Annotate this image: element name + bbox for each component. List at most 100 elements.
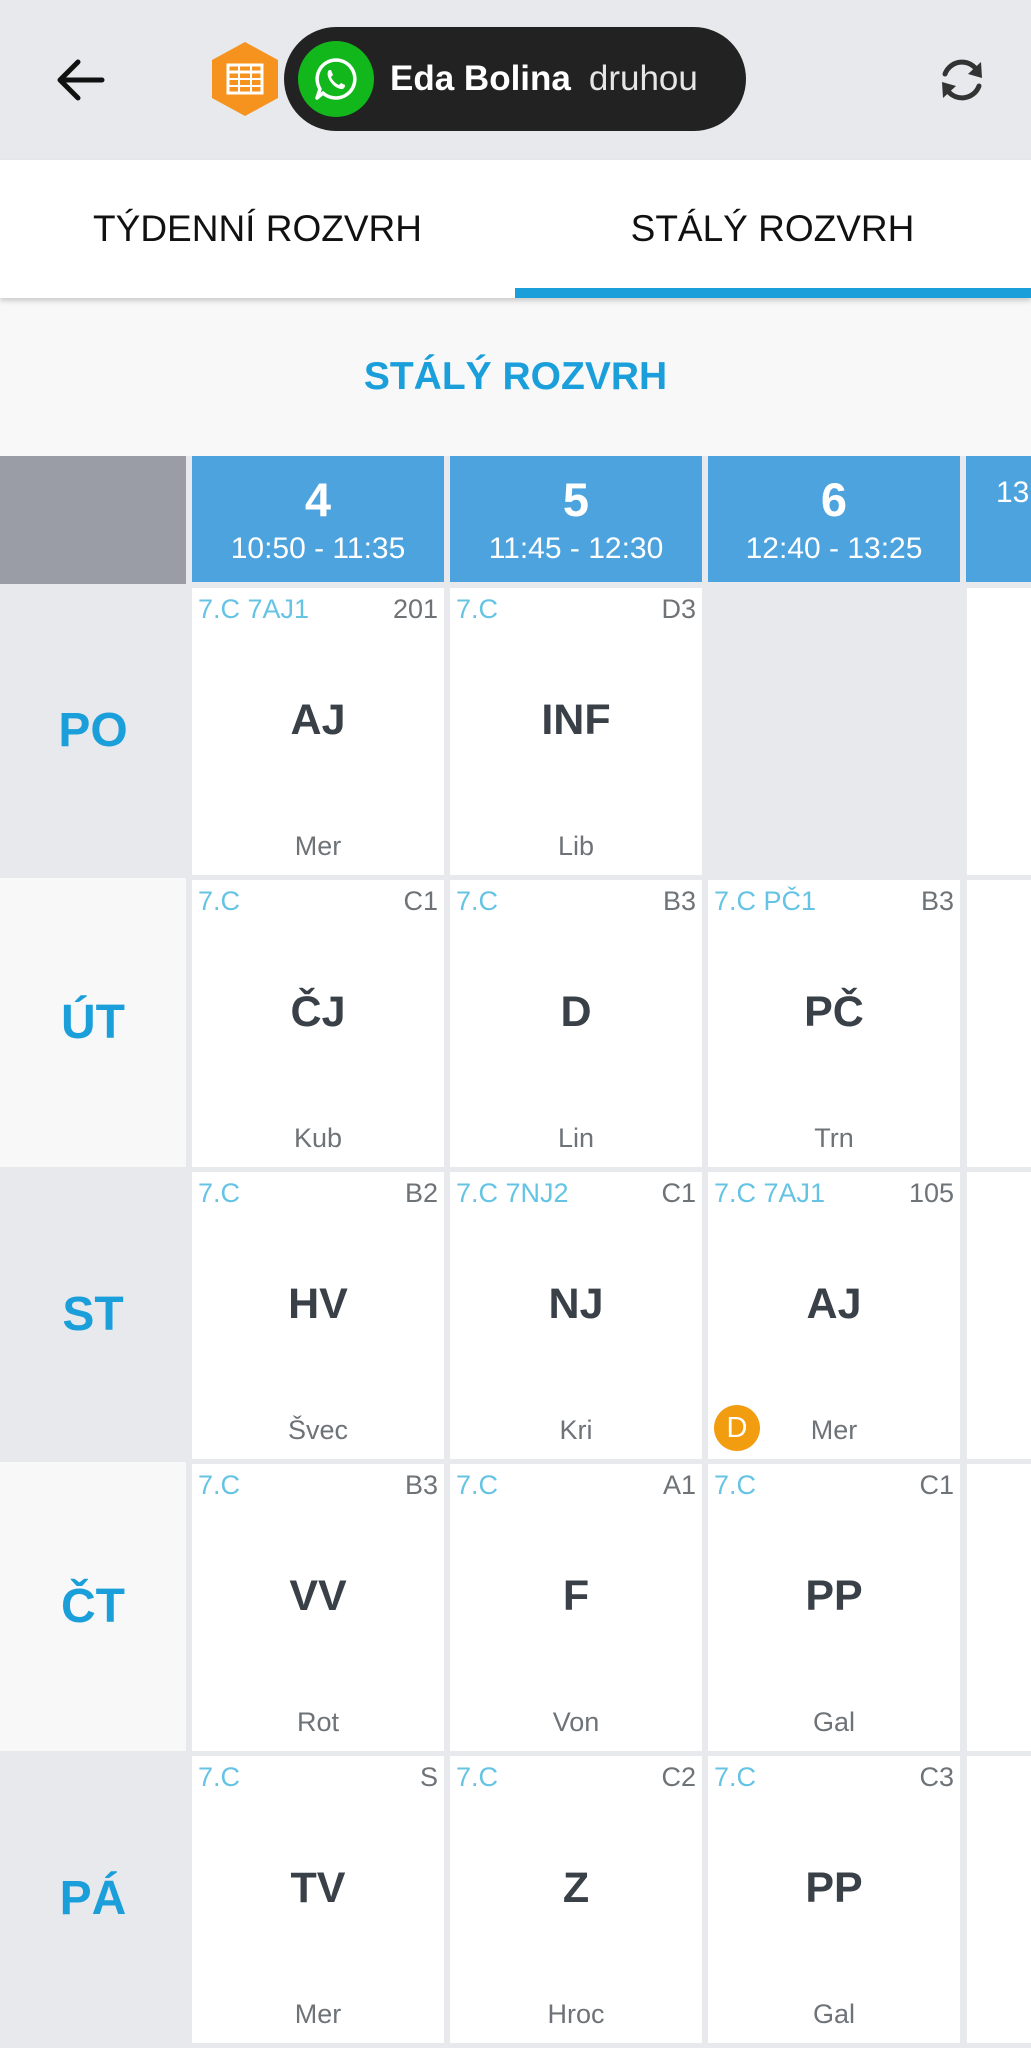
- lesson-class: 7.C 7AJ1: [714, 1178, 826, 1208]
- day-label: ČT: [0, 1462, 186, 1751]
- period-header-7: 13: [966, 456, 1031, 582]
- day-label: ÚT: [0, 878, 186, 1167]
- lesson-cell[interactable]: 7.C 7NJ2 C1 NJ Kri: [450, 1172, 702, 1459]
- period-number: 6: [820, 473, 848, 526]
- lesson-cell[interactable]: 7.C B2 HV Švec: [192, 1172, 444, 1459]
- lesson-subject: PČ: [804, 988, 864, 1036]
- lesson-subject: HV: [288, 1280, 348, 1328]
- lesson-cell[interactable]: 7.C C1 ČJ Kub: [192, 880, 444, 1167]
- lesson-subject: ČJ: [290, 988, 346, 1036]
- section-header: STÁLÝ ROZVRH: [0, 298, 1031, 456]
- lesson-cell[interactable]: 7.C S TV Mer: [192, 1756, 444, 2043]
- lesson-teacher: Kub: [293, 1123, 343, 1153]
- lesson-class: 7.C: [198, 1178, 241, 1208]
- period-header-6: 6 12:40 - 13:25: [708, 456, 960, 582]
- whatsapp-icon: [298, 41, 374, 117]
- lesson-cell[interactable]: 7.C 7AJ1 201 AJ Mer: [192, 588, 444, 875]
- lesson-cell[interactable]: 7.C C1 PP Gal: [708, 1464, 960, 1751]
- lesson-room: C3: [919, 1762, 954, 1792]
- contact-status: druhou: [588, 59, 698, 98]
- lesson-cell-partial[interactable]: [967, 1756, 1031, 2043]
- lesson-class: 7.C: [456, 886, 499, 916]
- lesson-room: C1: [919, 1470, 954, 1500]
- calendar-table-icon: [210, 40, 280, 118]
- lesson-subject: PP: [805, 1864, 863, 1912]
- lesson-cell[interactable]: 7.C C2 Z Hroc: [450, 1756, 702, 2043]
- lesson-subject: D: [560, 988, 592, 1036]
- period-time: 11:45 - 12:30: [488, 532, 664, 565]
- period-time: 12:40 - 13:25: [745, 532, 923, 565]
- lesson-teacher: Švec: [287, 1415, 349, 1445]
- lesson-subject: Z: [562, 1864, 590, 1912]
- lesson-cell[interactable]: 7.C 7AJ1 105 AJ Mer D: [708, 1172, 960, 1459]
- lesson-teacher: Rot: [296, 1707, 340, 1737]
- lesson-subject: INF: [541, 696, 611, 744]
- lesson-class: 7.C: [198, 1762, 241, 1792]
- lesson-subject: F: [562, 1572, 590, 1620]
- lesson-class: 7.C: [198, 1470, 241, 1500]
- tab-bar: TÝDENNÍ ROZVRH STÁLÝ ROZVRH: [0, 160, 1031, 298]
- lesson-subject: AJ: [290, 696, 346, 744]
- lesson-cell[interactable]: 7.C B3 VV Rot: [192, 1464, 444, 1751]
- lesson-cell-partial[interactable]: [967, 1464, 1031, 1751]
- lesson-cell[interactable]: 7.C D3 INF Lib: [450, 588, 702, 875]
- period-header-4: 4 10:50 - 11:35: [192, 456, 444, 582]
- lesson-teacher: Gal: [812, 1999, 856, 2029]
- lesson-cell-partial[interactable]: [967, 588, 1031, 875]
- lesson-teacher: Mer: [294, 831, 342, 861]
- period-time: 13: [996, 476, 1030, 509]
- active-tab-indicator: [515, 288, 1031, 298]
- day-label: ST: [0, 1170, 186, 1459]
- period-number: 4: [304, 473, 332, 526]
- refresh-icon[interactable]: [922, 38, 1002, 122]
- lesson-teacher: Mer: [294, 1999, 342, 2029]
- lesson-room: C2: [661, 1762, 696, 1792]
- period-number: 5: [562, 473, 590, 526]
- lesson-teacher: Lib: [557, 831, 595, 861]
- back-arrow-icon[interactable]: [40, 40, 120, 120]
- lesson-cell[interactable]: 7.C C3 PP Gal: [708, 1756, 960, 2043]
- timetable-grid[interactable]: 4 10:50 - 11:35 5 11:45 - 12:30 6 12:40 …: [0, 456, 1031, 2048]
- lesson-room: B3: [662, 886, 696, 916]
- section-title: STÁLÝ ROZVRH: [363, 355, 668, 398]
- period-header-5: 5 11:45 - 12:30: [450, 456, 702, 582]
- lesson-class: 7.C: [456, 594, 499, 624]
- lesson-room: S: [419, 1762, 438, 1792]
- lesson-room: C1: [403, 886, 438, 916]
- lesson-cell[interactable]: 7.C B3 D Lin: [450, 880, 702, 1167]
- lesson-room: B3: [920, 886, 954, 916]
- lesson-subject: PP: [805, 1572, 863, 1620]
- lesson-cell-partial[interactable]: [967, 880, 1031, 1167]
- lesson-subject: NJ: [548, 1280, 604, 1328]
- lesson-room: A1: [662, 1470, 696, 1500]
- lesson-subject: TV: [290, 1864, 346, 1912]
- lesson-class: 7.C PČ1: [714, 886, 817, 916]
- lesson-room: C1: [661, 1178, 696, 1208]
- day-label: PO: [0, 586, 186, 875]
- day-label: PÁ: [0, 1754, 186, 2043]
- lesson-room: B2: [404, 1178, 438, 1208]
- lesson-class: 7.C: [714, 1470, 757, 1500]
- lesson-room: D3: [661, 594, 696, 624]
- tab-permanent-schedule[interactable]: STÁLÝ ROZVRH: [515, 160, 1030, 298]
- lesson-teacher: Trn: [814, 1123, 854, 1153]
- lesson-teacher: Kri: [559, 1415, 593, 1445]
- lesson-cell[interactable]: 7.C A1 F Von: [450, 1464, 702, 1751]
- lesson-subject: AJ: [806, 1280, 862, 1328]
- lesson-teacher: Lin: [557, 1123, 595, 1153]
- lesson-class: 7.C: [456, 1762, 499, 1792]
- lesson-cell[interactable]: 7.C PČ1 B3 PČ Trn: [708, 880, 960, 1167]
- lesson-room: B3: [404, 1470, 438, 1500]
- tab-weekly-schedule[interactable]: TÝDENNÍ ROZVRH: [0, 160, 515, 298]
- period-time: 10:50 - 11:35: [230, 532, 406, 565]
- lesson-cell-partial[interactable]: [967, 1172, 1031, 1459]
- lesson-class: 7.C: [714, 1762, 757, 1792]
- lesson-teacher: Gal: [812, 1707, 856, 1737]
- empty-lesson-cell: [708, 588, 960, 875]
- contact-name: Eda Bolina: [390, 59, 571, 98]
- grid-corner: [0, 456, 186, 584]
- lesson-class: 7.C: [198, 886, 241, 916]
- lesson-teacher: Von: [552, 1707, 600, 1737]
- chat-head-notification[interactable]: Eda Bolina druhou: [284, 27, 746, 131]
- lesson-room: 201: [392, 594, 438, 624]
